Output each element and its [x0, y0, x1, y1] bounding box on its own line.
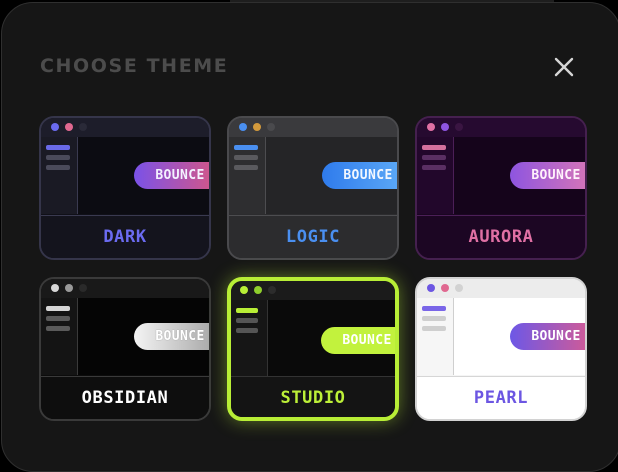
window-titlebar — [417, 279, 585, 298]
dialog-title: CHOOSE THEME — [40, 55, 229, 77]
bounce-button-preview: BOUNCE — [134, 323, 209, 350]
window-titlebar — [41, 118, 209, 137]
window-dot — [267, 123, 275, 131]
bounce-button-preview: BOUNCE — [510, 162, 585, 189]
sidebar-line — [46, 145, 70, 150]
window-dot — [455, 284, 463, 292]
sidebar-line — [46, 165, 70, 170]
window-titlebar — [41, 279, 209, 298]
preview-content: BOUNCE — [454, 298, 585, 375]
close-button[interactable] — [550, 53, 578, 81]
sidebar-line — [236, 328, 258, 333]
window-dot — [79, 123, 87, 131]
sidebar-line — [46, 155, 70, 160]
theme-label: OBSIDIAN — [41, 376, 209, 419]
sidebar-line — [236, 308, 258, 313]
sidebar-line — [46, 306, 70, 311]
sidebar-line — [422, 155, 446, 160]
window-titlebar — [231, 281, 395, 300]
close-icon — [554, 57, 574, 77]
preview-sidebar — [229, 137, 266, 214]
window-dot — [79, 284, 87, 292]
theme-label: AURORA — [417, 215, 585, 258]
preview-sidebar — [417, 137, 454, 214]
theme-label: DARK — [41, 215, 209, 258]
sidebar-line — [234, 145, 258, 150]
theme-card-pearl[interactable]: BOUNCE PEARL — [415, 277, 587, 421]
preview-content: BOUNCE — [78, 137, 209, 214]
theme-card-aurora[interactable]: BOUNCE AURORA — [415, 116, 587, 260]
theme-card-dark[interactable]: BOUNCE DARK — [39, 116, 211, 260]
sidebar-line — [422, 326, 446, 331]
sidebar-line — [422, 165, 446, 170]
window-titlebar — [229, 118, 397, 137]
preview-sidebar — [231, 300, 268, 377]
sidebar-line — [46, 326, 70, 331]
window-dot — [65, 284, 73, 292]
window-dot — [427, 284, 435, 292]
bounce-button-preview: BOUNCE — [321, 327, 395, 354]
bounce-button-preview: BOUNCE — [134, 162, 209, 189]
theme-card-obsidian[interactable]: BOUNCE OBSIDIAN — [39, 277, 211, 421]
preview-sidebar — [41, 137, 78, 214]
window-dot — [427, 123, 435, 131]
window-dot — [51, 123, 59, 131]
theme-card-studio[interactable]: BOUNCE STUDIO — [227, 277, 399, 421]
bounce-button-preview: BOUNCE — [510, 323, 585, 350]
sidebar-line — [422, 316, 446, 321]
window-titlebar — [417, 118, 585, 137]
window-dot — [441, 123, 449, 131]
window-dot — [254, 286, 262, 294]
preview-content: BOUNCE — [78, 298, 209, 375]
sidebar-line — [422, 145, 446, 150]
window-dot — [441, 284, 449, 292]
window-dot — [455, 123, 463, 131]
preview-content: BOUNCE — [454, 137, 585, 214]
window-dot — [239, 123, 247, 131]
preview-sidebar — [417, 298, 454, 375]
preview-sidebar — [41, 298, 78, 375]
theme-label: STUDIO — [231, 376, 395, 417]
sidebar-line — [236, 318, 258, 323]
preview-content: BOUNCE — [268, 300, 395, 377]
theme-card-logic[interactable]: BOUNCE LOGIC — [227, 116, 399, 260]
window-dot — [240, 286, 248, 294]
theme-label: PEARL — [417, 376, 585, 419]
sidebar-line — [422, 306, 446, 311]
window-dot — [51, 284, 59, 292]
window-dot — [268, 286, 276, 294]
sidebar-line — [234, 165, 258, 170]
bounce-button-preview: BOUNCE — [322, 162, 397, 189]
window-dot — [253, 123, 261, 131]
window-dot — [65, 123, 73, 131]
theme-label: LOGIC — [229, 215, 397, 258]
sidebar-line — [234, 155, 258, 160]
sidebar-line — [46, 316, 70, 321]
preview-content: BOUNCE — [266, 137, 397, 214]
